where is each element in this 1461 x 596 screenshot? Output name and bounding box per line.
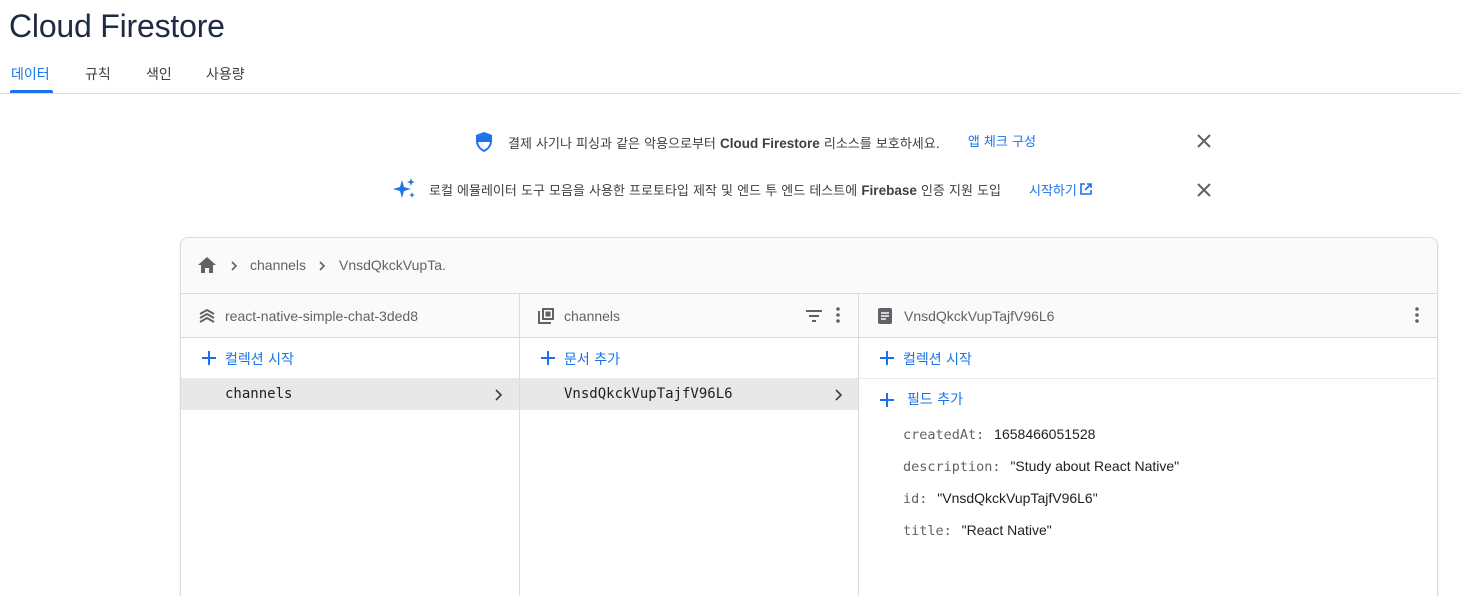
more-vert-icon[interactable] bbox=[1411, 306, 1423, 324]
field-row[interactable]: description: "Study about React Native" bbox=[903, 458, 1179, 475]
column-header: VnsdQkckVupTajfV96L6 bbox=[859, 294, 1437, 338]
add-document-button[interactable]: 문서 추가 bbox=[520, 338, 858, 379]
list-item-document[interactable]: VnsdQkckVupTajfV96L6 bbox=[520, 379, 858, 410]
collection-column: channels 문서 추가 VnsdQkckVupTajfV96L6 bbox=[520, 294, 859, 596]
add-field-label: 필드 추가 bbox=[907, 392, 963, 408]
root-column: react-native-simple-chat-3ded8 컬렉션 시작 ch… bbox=[181, 294, 520, 596]
document-column: VnsdQkckVupTajfV96L6 컬렉션 시작 필드 추가 create… bbox=[859, 294, 1437, 596]
column-header: channels bbox=[520, 294, 858, 338]
shield-icon bbox=[474, 131, 494, 153]
banner-text: 결제 사기나 피싱과 같은 악용으로부터 Cloud Firestore 리소스… bbox=[508, 135, 940, 152]
page-title: Cloud Firestore bbox=[9, 8, 225, 44]
close-icon[interactable] bbox=[1194, 180, 1214, 200]
plus-icon bbox=[201, 350, 217, 366]
start-collection-label: 컬렉션 시작 bbox=[903, 352, 972, 368]
configure-app-check-link[interactable]: 앱 체크 구성 bbox=[968, 131, 1036, 150]
collection-icon bbox=[537, 307, 555, 325]
field-value: "Study about React Native" bbox=[1010, 458, 1180, 474]
field-value: "VnsdQkckVupTajfV96L6" bbox=[937, 490, 1098, 506]
field-key: description: bbox=[903, 459, 1001, 475]
start-collection-button[interactable]: 컬렉션 시작 bbox=[859, 338, 1437, 379]
banner-text: 로컬 에뮬레이터 도구 모음을 사용한 프로토타입 제작 및 엔드 투 엔드 테… bbox=[429, 182, 1002, 199]
list-item-channels[interactable]: channels bbox=[181, 379, 519, 410]
sparkle-icon bbox=[393, 177, 417, 201]
project-name: react-native-simple-chat-3ded8 bbox=[225, 308, 418, 324]
plus-icon bbox=[540, 350, 556, 366]
data-panel: channels VnsdQkckVupTa. react-native-sim… bbox=[180, 237, 1438, 596]
field-key: title: bbox=[903, 523, 952, 539]
active-tab-indicator bbox=[10, 90, 53, 93]
field-key: createdAt: bbox=[903, 427, 985, 443]
chevron-right-icon bbox=[229, 260, 239, 272]
field-row[interactable]: title: "React Native" bbox=[903, 522, 1052, 539]
plus-icon bbox=[879, 392, 895, 408]
breadcrumb-item-channels[interactable]: channels bbox=[250, 257, 306, 273]
chevron-right-icon bbox=[833, 388, 843, 402]
field-value: "React Native" bbox=[961, 522, 1052, 538]
field-row[interactable]: id: "VnsdQkckVupTajfV96L6" bbox=[903, 490, 1098, 507]
field-key: id: bbox=[903, 491, 928, 507]
add-field-button[interactable]: 필드 추가 bbox=[859, 379, 1437, 417]
close-icon[interactable] bbox=[1194, 131, 1214, 151]
breadcrumb: channels VnsdQkckVupTa. bbox=[181, 238, 1437, 294]
tab-rules[interactable]: 규칙 bbox=[85, 64, 111, 84]
tab-indexes[interactable]: 색인 bbox=[146, 64, 172, 84]
field-row[interactable]: createdAt: 1658466051528 bbox=[903, 426, 1095, 443]
chevron-right-icon bbox=[493, 388, 503, 402]
document-id: VnsdQkckVupTajfV96L6 bbox=[904, 308, 1055, 324]
column-header: react-native-simple-chat-3ded8 bbox=[181, 294, 519, 338]
app-check-banner: 결제 사기나 피싱과 같은 악용으로부터 Cloud Firestore 리소스… bbox=[474, 127, 1036, 157]
open-in-new-icon bbox=[1079, 182, 1093, 196]
start-collection-button[interactable]: 컬렉션 시작 bbox=[181, 338, 519, 379]
field-value: 1658466051528 bbox=[994, 426, 1096, 442]
filter-icon[interactable] bbox=[805, 307, 823, 325]
list-item-label: channels bbox=[225, 386, 293, 402]
get-started-link[interactable]: 시작하기 bbox=[1029, 180, 1093, 199]
more-vert-icon[interactable] bbox=[832, 306, 844, 324]
home-icon[interactable] bbox=[197, 256, 217, 274]
document-icon bbox=[877, 307, 893, 325]
plus-icon bbox=[879, 350, 895, 366]
list-item-label: VnsdQkckVupTajfV96L6 bbox=[564, 386, 733, 402]
chevron-right-icon bbox=[317, 260, 327, 272]
add-document-label: 문서 추가 bbox=[564, 352, 620, 368]
emulator-banner: 로컬 에뮬레이터 도구 모음을 사용한 프로토타입 제작 및 엔드 투 엔드 테… bbox=[393, 174, 1093, 204]
database-stack-icon bbox=[198, 307, 216, 325]
start-collection-label: 컬렉션 시작 bbox=[225, 352, 294, 368]
tab-data[interactable]: 데이터 bbox=[11, 64, 50, 84]
collection-name: channels bbox=[564, 308, 621, 324]
tab-bar: 데이터 규칙 색인 사용량 bbox=[0, 60, 1461, 94]
breadcrumb-item-document[interactable]: VnsdQkckVupTa. bbox=[339, 257, 446, 273]
tab-usage[interactable]: 사용량 bbox=[206, 64, 245, 84]
